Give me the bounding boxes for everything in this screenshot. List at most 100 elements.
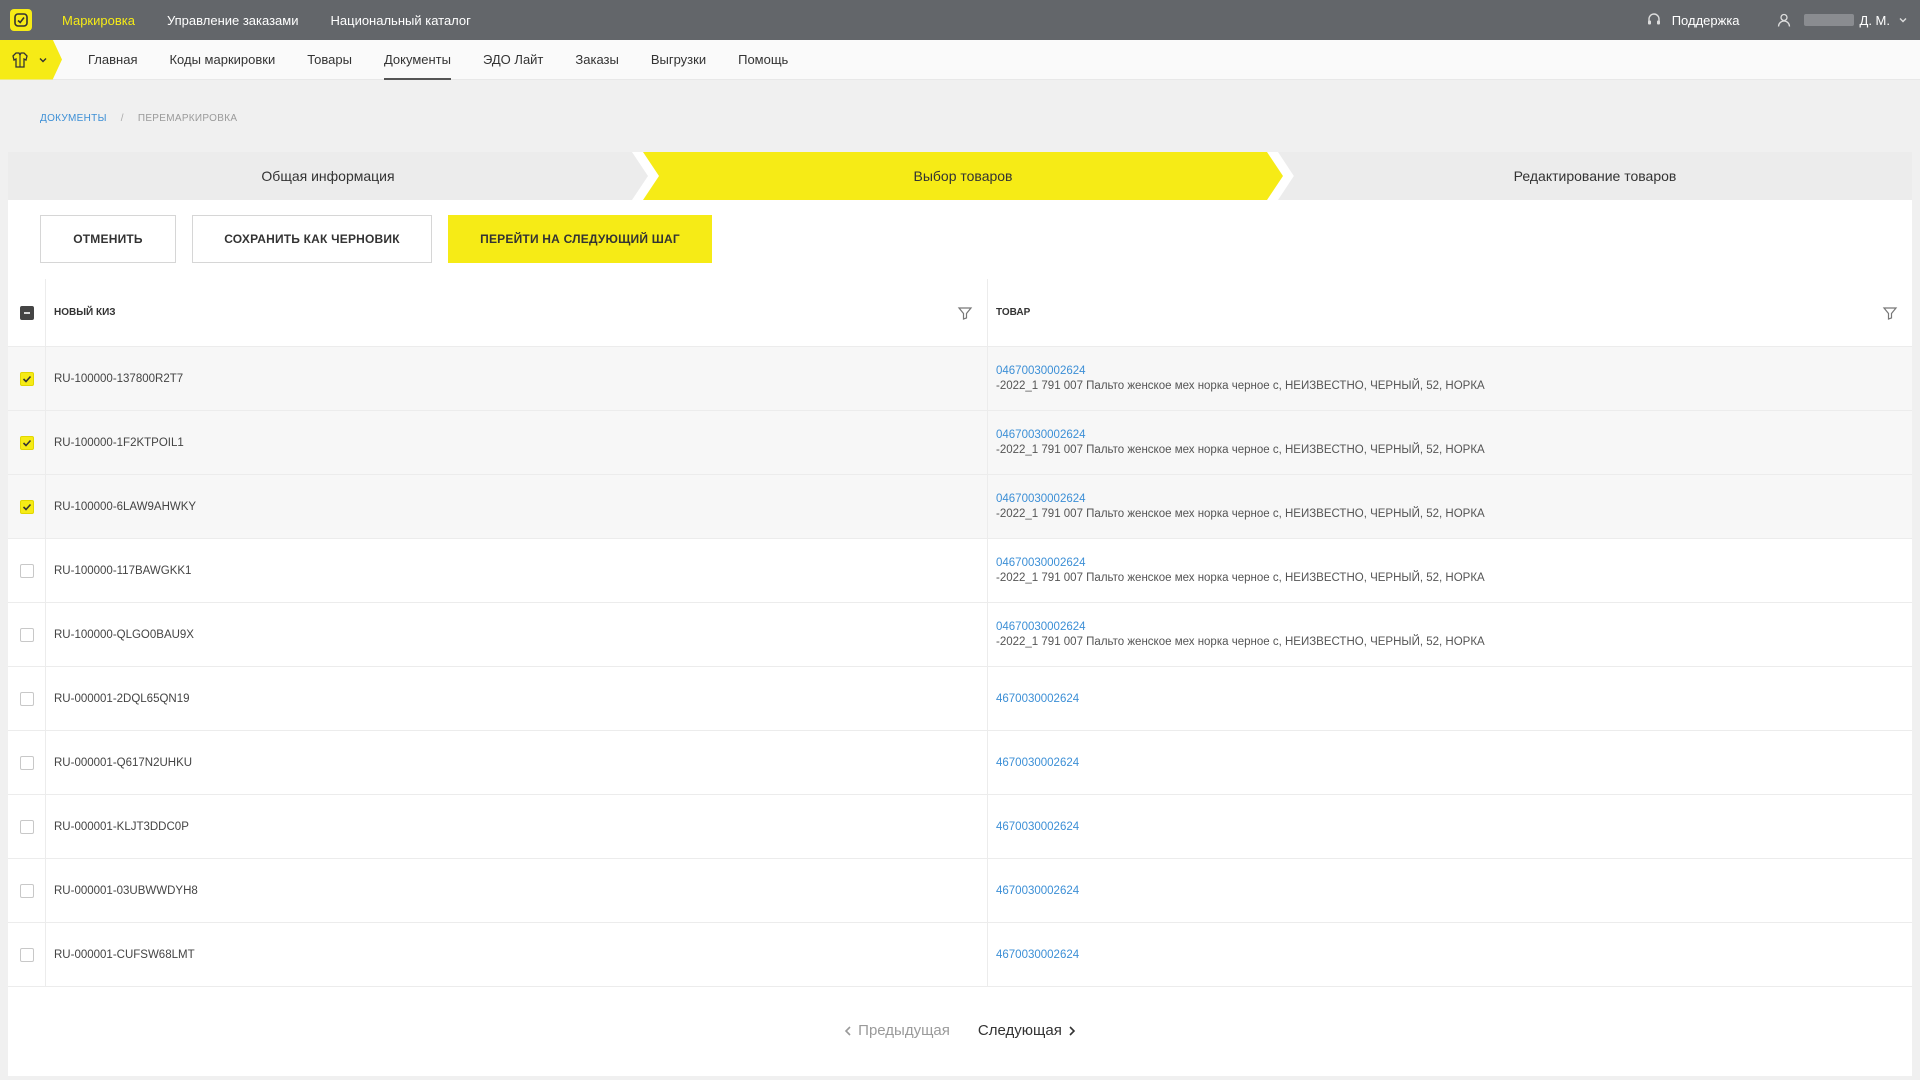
- pagination: Предыдущая Следующая: [8, 1022, 1912, 1039]
- sub-nav-bar: Главная Коды маркировки Товары Документы…: [0, 39, 1920, 80]
- save-draft-button[interactable]: СОХРАНИТЬ КАК ЧЕРНОВИК: [192, 215, 432, 263]
- row-checkbox[interactable]: [19, 371, 34, 386]
- user-icon: [1777, 13, 1790, 27]
- cell-new-kiz: RU-100000-6LAW9AHWKY: [46, 475, 988, 538]
- cancel-button[interactable]: ОТМЕНИТЬ: [40, 215, 176, 263]
- goods-description: -2022_1 791 007 Пальто женское мех норка…: [996, 572, 1485, 584]
- next-step-button[interactable]: ПЕРЕЙТИ НА СЛЕДУЮЩИЙ ШАГ: [448, 215, 712, 263]
- row-checkbox[interactable]: [19, 883, 34, 898]
- checkmark-icon: [22, 375, 31, 383]
- table-row[interactable]: RU-100000-1F2KTPOIL1 04670030002624 -202…: [8, 411, 1912, 475]
- support-label: Поддержка: [1671, 12, 1740, 28]
- filter-icon[interactable]: [957, 305, 973, 321]
- app-logo-icon[interactable]: [10, 9, 32, 31]
- row-checkbox[interactable]: [19, 947, 34, 962]
- chevron-down-icon: [39, 57, 47, 62]
- cell-goods: 4670030002624: [988, 859, 1912, 922]
- row-checkbox[interactable]: [19, 627, 34, 642]
- gtin-link[interactable]: 04670030002624: [996, 493, 1912, 505]
- table-row[interactable]: RU-000001-Q617N2UHKU 4670030002624: [8, 731, 1912, 795]
- sub-nav-goods[interactable]: Товары: [307, 40, 352, 80]
- headset-icon: [1647, 13, 1660, 25]
- cell-new-kiz: RU-000001-KLJT3DDC0P: [46, 795, 988, 858]
- select-all-checkbox[interactable]: [19, 305, 34, 320]
- sub-nav-help[interactable]: Помощь: [738, 40, 788, 80]
- cell-goods: 04670030002624 -2022_1 791 007 Пальто же…: [988, 411, 1912, 474]
- row-checkbox[interactable]: [19, 435, 34, 450]
- sub-nav: Главная Коды маркировки Товары Документы…: [88, 40, 820, 80]
- sub-nav-orders[interactable]: Заказы: [575, 40, 618, 80]
- cell-new-kiz: RU-000001-CUFSW68LMT: [46, 923, 988, 986]
- sub-nav-home[interactable]: Главная: [88, 40, 137, 80]
- goods-description: -2022_1 791 007 Пальто женское мех норка…: [996, 508, 1485, 520]
- stepper: Общая информация Выбор товаров Редактиро…: [8, 152, 1912, 200]
- row-checkbox[interactable]: [19, 755, 34, 770]
- sub-nav-exports[interactable]: Выгрузки: [651, 40, 706, 80]
- support-link[interactable]: Поддержка: [1646, 12, 1740, 28]
- sub-nav-marking-codes[interactable]: Коды маркировки: [169, 40, 275, 80]
- product-group-switch[interactable]: [0, 39, 62, 80]
- table-row[interactable]: RU-100000-117BAWGKK1 04670030002624 -202…: [8, 539, 1912, 603]
- row-checkbox[interactable]: [19, 819, 34, 834]
- gtin-link[interactable]: 4670030002624: [996, 949, 1912, 961]
- chevron-down-icon: [1899, 18, 1907, 23]
- chevron-right-icon: [1069, 1025, 1075, 1036]
- table-row[interactable]: RU-000001-CUFSW68LMT 4670030002624: [8, 923, 1912, 987]
- cell-goods: 4670030002624: [988, 667, 1912, 730]
- cell-goods: 4670030002624: [988, 923, 1912, 986]
- goods-table: НОВЫЙ КИЗ ТОВАР RU-100000-137800R2T7 046…: [8, 279, 1912, 987]
- cell-new-kiz: RU-100000-137800R2T7: [46, 347, 988, 410]
- step-general-info[interactable]: Общая информация: [8, 152, 648, 200]
- table-header: НОВЫЙ КИЗ ТОВАР: [8, 279, 1912, 347]
- cell-new-kiz: RU-100000-117BAWGKK1: [46, 539, 988, 602]
- row-checkbox[interactable]: [19, 563, 34, 578]
- table-row[interactable]: RU-000001-KLJT3DDC0P 4670030002624: [8, 795, 1912, 859]
- sub-nav-edo-lite[interactable]: ЭДО Лайт: [483, 40, 543, 80]
- row-checkbox[interactable]: [19, 691, 34, 706]
- table-row[interactable]: RU-000001-03UBWWDYH8 4670030002624: [8, 859, 1912, 923]
- user-name: Д. М.: [1859, 12, 1890, 28]
- chevron-left-icon: [845, 1025, 851, 1036]
- cell-goods: 04670030002624 -2022_1 791 007 Пальто же…: [988, 603, 1912, 666]
- gtin-link[interactable]: 04670030002624: [996, 429, 1912, 441]
- table-row[interactable]: RU-100000-QLGO0BAU9X 04670030002624 -202…: [8, 603, 1912, 667]
- row-checkbox[interactable]: [19, 499, 34, 514]
- gtin-link[interactable]: 4670030002624: [996, 757, 1912, 769]
- step-edit-goods[interactable]: Редактирование товаров: [1278, 152, 1912, 200]
- top-nav-national-catalog[interactable]: Национальный каталог: [331, 13, 471, 28]
- goods-description: -2022_1 791 007 Пальто женское мех норка…: [996, 444, 1485, 456]
- next-page-label: Следующая: [977, 1022, 1062, 1039]
- gtin-link[interactable]: 04670030002624: [996, 365, 1912, 377]
- top-nav-order-management[interactable]: Управление заказами: [167, 13, 299, 28]
- top-nav: Маркировка Управление заказами Националь…: [62, 13, 503, 28]
- cell-goods: 4670030002624: [988, 731, 1912, 794]
- checkmark-icon: [22, 439, 31, 447]
- filter-icon[interactable]: [1882, 305, 1898, 321]
- gtin-link[interactable]: 4670030002624: [996, 821, 1912, 833]
- cell-goods: 4670030002624: [988, 795, 1912, 858]
- sub-nav-documents[interactable]: Документы: [383, 40, 451, 80]
- prev-page-label: Предыдущая: [858, 1022, 950, 1039]
- breadcrumb-documents[interactable]: ДОКУМЕНТЫ: [40, 113, 107, 124]
- cell-goods: 04670030002624 -2022_1 791 007 Пальто же…: [988, 539, 1912, 602]
- gtin-link[interactable]: 4670030002624: [996, 693, 1912, 705]
- table-row[interactable]: RU-100000-6LAW9AHWKY 04670030002624 -202…: [8, 475, 1912, 539]
- table-row[interactable]: RU-100000-137800R2T7 04670030002624 -202…: [8, 347, 1912, 411]
- gtin-link[interactable]: 4670030002624: [996, 885, 1912, 897]
- breadcrumb-separator: /: [120, 113, 124, 124]
- main-card: Общая информация Выбор товаров Редактиро…: [8, 152, 1912, 1076]
- goods-description: -2022_1 791 007 Пальто женское мех норка…: [996, 636, 1485, 648]
- cell-new-kiz: RU-000001-Q617N2UHKU: [46, 731, 988, 794]
- top-bar: Маркировка Управление заказами Националь…: [0, 0, 1920, 40]
- cell-goods: 04670030002624 -2022_1 791 007 Пальто же…: [988, 475, 1912, 538]
- table-row[interactable]: RU-000001-2DQL65QN19 4670030002624: [8, 667, 1912, 731]
- top-nav-marking[interactable]: Маркировка: [62, 13, 135, 28]
- next-page-button[interactable]: Следующая: [978, 1022, 1082, 1039]
- gtin-link[interactable]: 04670030002624: [996, 621, 1912, 633]
- prev-page-button[interactable]: Предыдущая: [838, 1022, 950, 1039]
- user-menu[interactable]: Д. М.: [1776, 12, 1908, 28]
- breadcrumb: ДОКУМЕНТЫ / ПЕРЕМАРКИРОВКА: [40, 113, 237, 124]
- cell-goods: 04670030002624 -2022_1 791 007 Пальто же…: [988, 347, 1912, 410]
- gtin-link[interactable]: 04670030002624: [996, 557, 1912, 569]
- step-select-goods[interactable]: Выбор товаров: [643, 152, 1283, 200]
